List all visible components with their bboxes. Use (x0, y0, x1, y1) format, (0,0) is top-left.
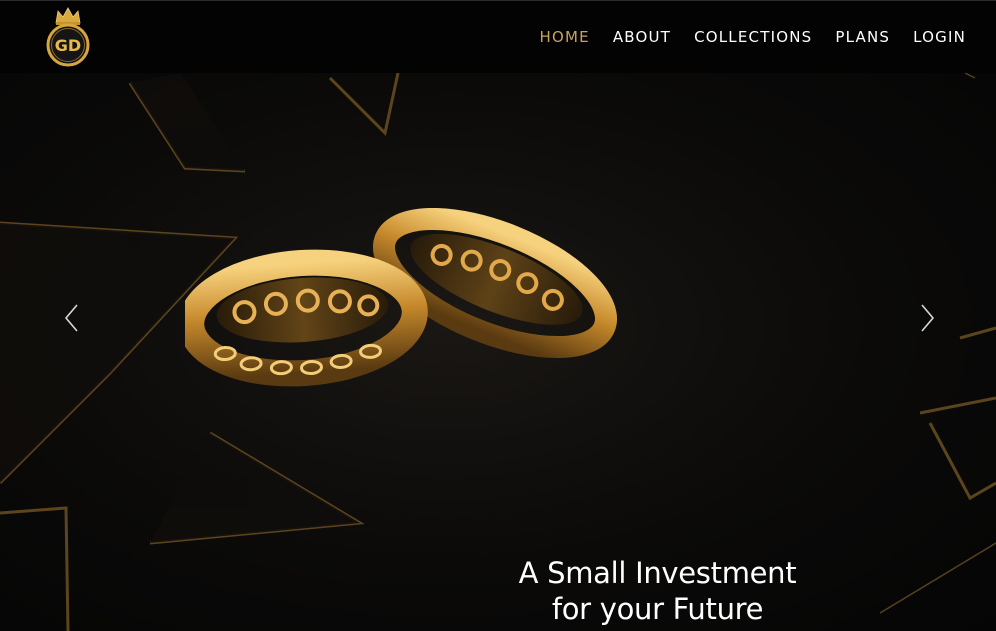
nav-plans[interactable]: PLANS (835, 26, 890, 48)
nav-login[interactable]: LOGIN (913, 26, 966, 48)
nav-about[interactable]: ABOUT (613, 26, 671, 48)
gold-rings-image (185, 208, 617, 387)
nav-collections[interactable]: COLLECTIONS (694, 26, 812, 48)
main-nav: HOME ABOUT COLLECTIONS PLANS LOGIN (517, 26, 967, 48)
chevron-left-icon (64, 304, 78, 332)
carousel-prev-button[interactable] (60, 301, 84, 335)
logo-monogram: GD (55, 36, 81, 55)
chevron-right-icon (921, 304, 935, 332)
site-logo[interactable]: GD (44, 5, 92, 67)
hero-headline: A Small Investment for your Future (440, 555, 875, 627)
navbar: GD HOME ABOUT COLLECTIONS PLANS LOGIN (0, 0, 996, 73)
hero-headline-line1: A Small Investment (518, 556, 797, 590)
hero-carousel: A Small Investment for your Future (0, 73, 996, 631)
carousel-next-button[interactable] (915, 301, 939, 335)
hero-headline-line2: for your Future (551, 592, 764, 626)
nav-home[interactable]: HOME (540, 26, 590, 48)
crown-logo-icon: GD (46, 7, 90, 67)
